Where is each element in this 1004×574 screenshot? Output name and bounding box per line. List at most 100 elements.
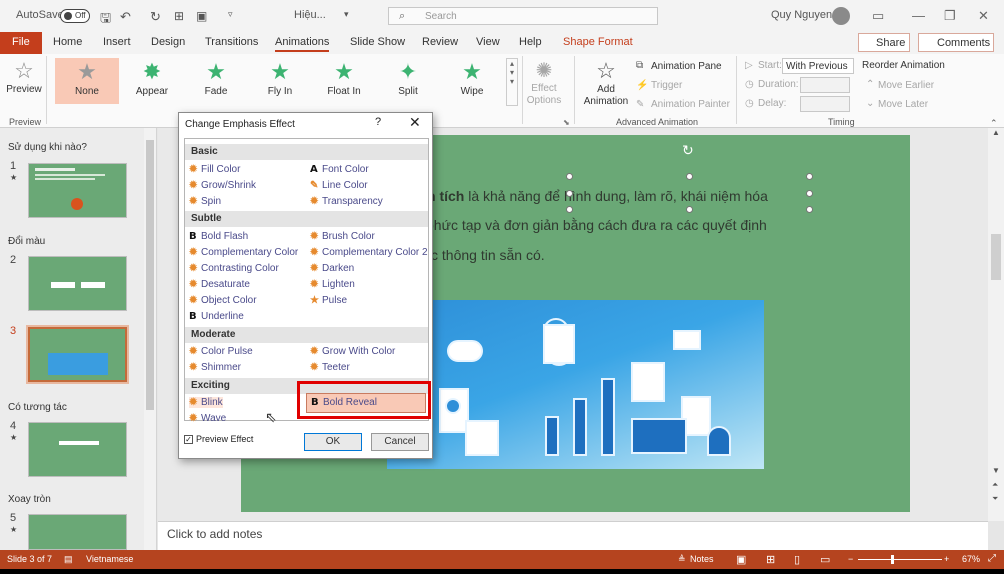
slide-thumbnail-3[interactable] — [26, 325, 129, 384]
effect-shimmer[interactable]: ✹ Shimmer — [189, 362, 241, 373]
slide-show-icon[interactable]: ▭ — [820, 553, 830, 566]
undo-icon[interactable]: ↶ — [120, 9, 131, 25]
help-icon[interactable]: ? — [375, 116, 381, 128]
close-icon[interactable]: ✕ — [409, 114, 421, 131]
effect-transparency[interactable]: ✹ Transparency — [310, 196, 383, 207]
rotate-handle-icon[interactable]: ↻ — [682, 142, 694, 159]
tab-view[interactable]: View — [476, 36, 500, 48]
start-select[interactable]: With Previous — [782, 58, 854, 74]
effect-color-pulse[interactable]: ✹ Color Pulse — [189, 346, 253, 357]
effect-line-color[interactable]: ✎ Line Color — [310, 180, 368, 191]
search-input[interactable]: ⌕ Search — [388, 7, 658, 25]
tab-design[interactable]: Design — [151, 36, 185, 48]
next-slide-icon[interactable]: ⏷ — [992, 494, 998, 504]
resize-handle[interactable] — [686, 173, 693, 180]
zoom-out-icon[interactable]: − — [848, 554, 853, 564]
user-name[interactable]: Quy Nguyen — [771, 9, 832, 21]
gallery-scroll[interactable]: ▴ ▾ ▾ — [506, 58, 518, 106]
move-later-button[interactable]: Move Later — [878, 99, 928, 110]
effect-grow-shrink[interactable]: ✹ Grow/Shrink — [189, 180, 256, 191]
animation-split[interactable]: ✦ Split — [378, 58, 438, 104]
minimize-icon[interactable]: — — [912, 8, 925, 23]
effects-list[interactable]: Basic ✹ Fill Color A Font Color ✹ Grow/Shri… — [184, 138, 429, 425]
notes-toggle[interactable]: Notes — [690, 554, 714, 564]
effect-brush-color[interactable]: ✹ Brush Color — [310, 231, 375, 242]
animation-appear[interactable]: ✸ Appear — [122, 58, 182, 104]
redo-icon[interactable]: ↻ — [150, 9, 161, 25]
resize-handle[interactable] — [566, 173, 573, 180]
slide-thumbnail-2[interactable] — [28, 256, 127, 311]
tab-home[interactable]: Home — [53, 36, 82, 48]
effect-blink[interactable]: ✹ Blink — [189, 397, 223, 408]
language-status[interactable]: Vietnamese — [86, 554, 133, 564]
effect-fill-color[interactable]: ✹ Fill Color — [189, 164, 240, 175]
thumbnails-scrollbar[interactable] — [144, 128, 156, 550]
slide-scrollbar[interactable]: ▲ ▼ ⏶ ⏷ — [988, 128, 1004, 521]
zoom-slider-thumb[interactable] — [891, 555, 894, 564]
section-header[interactable]: Đổi màu — [8, 236, 45, 247]
tab-help[interactable]: Help — [519, 36, 542, 48]
slide-thumbnail-4[interactable] — [28, 422, 127, 477]
customize-qat-icon[interactable]: ▿ — [228, 9, 233, 20]
tab-animations[interactable]: Animations — [275, 36, 330, 52]
effect-contrasting-color[interactable]: ✹ Contrasting Color — [189, 263, 279, 274]
effect-grow-with-color[interactable]: ✹ Grow With Color — [310, 346, 395, 357]
resize-handle[interactable] — [806, 206, 813, 213]
effect-options-button[interactable]: ✺ Effect Options — [526, 58, 562, 107]
reading-view-icon[interactable]: ▯ — [794, 553, 800, 566]
delay-input[interactable] — [800, 96, 850, 112]
scrollbar-thumb[interactable] — [991, 234, 1001, 280]
effect-darken[interactable]: ✹ Darken — [310, 263, 354, 274]
effect-object-color[interactable]: ✹ Object Color — [189, 295, 257, 306]
animation-float-in[interactable]: ★ Float In — [314, 58, 374, 104]
duration-input[interactable] — [800, 77, 850, 93]
save-icon[interactable]: 🖫 — [100, 9, 111, 31]
scroll-down-icon[interactable]: ▼ — [992, 466, 1000, 475]
tab-file[interactable]: File — [0, 32, 42, 54]
notes-icon[interactable]: ≜ — [678, 554, 686, 565]
tab-slide-show[interactable]: Slide Show — [350, 36, 405, 48]
scroll-up-icon[interactable]: ▲ — [992, 128, 1000, 137]
effect-teeter[interactable]: ✹ Teeter — [310, 362, 350, 373]
resize-handle[interactable] — [806, 190, 813, 197]
effect-underline[interactable]: B Underline — [189, 311, 244, 322]
tab-review[interactable]: Review — [422, 36, 458, 48]
restore-icon[interactable]: ❐ — [944, 8, 956, 24]
slide-body-line-2[interactable]: phức tạp và đơn giản bằng cách đưa ra cá… — [426, 217, 767, 233]
effect-lighten[interactable]: ✹ Lighten — [310, 279, 355, 290]
slide-thumbnail-1[interactable] — [28, 163, 127, 218]
effect-pulse[interactable]: ★ Pulse — [310, 295, 347, 306]
trigger-button[interactable]: Trigger — [651, 80, 682, 91]
ribbon-display-icon[interactable]: ▭ — [872, 8, 884, 24]
filename-chevron-icon[interactable]: ▾ — [344, 9, 349, 20]
animation-fade[interactable]: ★ Fade — [186, 58, 246, 104]
animation-fly-in[interactable]: ★ Fly In — [250, 58, 310, 104]
section-header[interactable]: Có tương tác — [8, 402, 67, 413]
add-animation-button[interactable]: ☆ Add Animation — [578, 58, 634, 108]
resize-handle[interactable] — [566, 190, 573, 197]
effect-wave[interactable]: ✹ Wave — [189, 413, 226, 424]
infographic-image[interactable] — [387, 300, 764, 469]
tab-insert[interactable]: Insert — [103, 36, 131, 48]
move-earlier-button[interactable]: Move Earlier — [878, 80, 934, 91]
comments-button[interactable]: Comments — [918, 33, 994, 52]
effect-font-color[interactable]: A Font Color — [310, 164, 369, 175]
effect-complementary-color[interactable]: ✹ Complementary Color — [189, 247, 298, 258]
notes-pane[interactable]: Click to add notes — [158, 521, 988, 550]
effect-desaturate[interactable]: ✹ Desaturate — [189, 279, 250, 290]
share-button[interactable]: Share — [858, 33, 910, 52]
preview-button[interactable]: ☆ Preview — [6, 58, 42, 95]
fit-slide-icon[interactable]: ⤢ — [988, 553, 996, 564]
dialog-launcher-icon[interactable]: ⬊ — [563, 118, 570, 127]
present-icon[interactable]: ⊞ — [174, 9, 184, 23]
zoom-slider[interactable] — [858, 559, 942, 560]
spell-check-icon[interactable]: ▤ — [64, 554, 73, 565]
slide-body-line-1[interactable]: n tích là khả năng để hình dung, làm rõ,… — [427, 188, 768, 204]
preview-effect-checkbox[interactable]: ✓ Preview Effect — [184, 434, 253, 445]
slide-sorter-icon[interactable]: ⊞ — [766, 553, 775, 566]
effect-spin[interactable]: ✹ Spin — [189, 196, 221, 207]
section-header[interactable]: Xoay tròn — [8, 494, 51, 505]
zoom-in-icon[interactable]: + — [944, 554, 949, 564]
autosave-toggle[interactable]: Off — [60, 9, 90, 23]
slide-thumbnail-5[interactable] — [28, 514, 127, 550]
